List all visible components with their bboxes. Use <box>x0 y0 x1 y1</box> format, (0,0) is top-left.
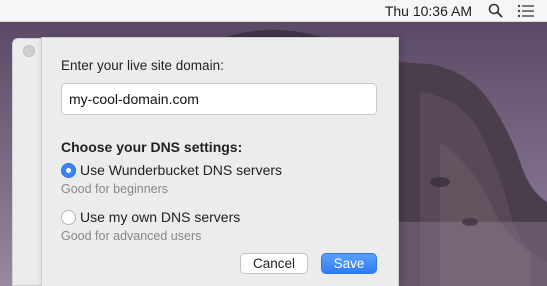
domain-input[interactable] <box>61 83 377 115</box>
radio-button-unselected[interactable] <box>61 209 76 225</box>
radio-own-dns[interactable]: Use my own DNS servers <box>61 209 240 225</box>
menu-bar: Thu 10:36 AM <box>0 0 547 22</box>
radio-wunderbucket-dns[interactable]: Use Wunderbucket DNS servers <box>61 162 282 178</box>
radio-label-own-dns: Use my own DNS servers <box>80 209 241 225</box>
dns-settings-dialog: Enter your live site domain: Choose your… <box>42 38 398 286</box>
radio-label-wunderbucket-dns: Use Wunderbucket DNS servers <box>80 162 283 178</box>
menu-bar-clock[interactable]: Thu 10:36 AM <box>385 3 472 19</box>
hint-advanced: Good for advanced users <box>61 229 202 243</box>
radio-button-selected[interactable] <box>61 162 76 178</box>
window-close-dot[interactable] <box>23 45 35 57</box>
cancel-button[interactable]: Cancel <box>240 253 308 274</box>
hint-beginners: Good for beginners <box>61 182 169 196</box>
domain-label: Enter your live site domain: <box>61 58 224 73</box>
dns-settings-title: Choose your DNS settings: <box>61 139 243 155</box>
search-icon[interactable] <box>488 3 503 18</box>
save-button[interactable]: Save <box>321 253 377 274</box>
background-window <box>12 38 42 286</box>
list-icon[interactable] <box>517 4 535 18</box>
